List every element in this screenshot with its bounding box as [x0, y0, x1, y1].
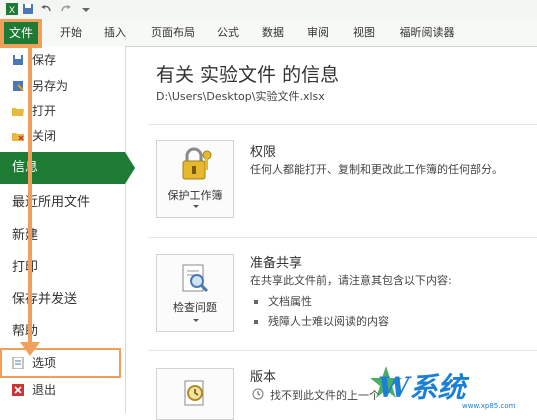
options-highlight	[0, 348, 121, 378]
watermark-url: www.xp85.com	[462, 402, 516, 410]
file-tab-highlight	[0, 19, 42, 48]
excel-app-icon: X	[6, 3, 18, 15]
divider	[148, 124, 537, 125]
nav-new[interactable]: 新建	[0, 220, 125, 252]
nav-close[interactable]: 关闭	[0, 125, 125, 147]
sharing-bullet-label: 文档属性	[268, 295, 312, 308]
save-icon[interactable]	[22, 3, 34, 15]
nav-save-send-label: 保存并发送	[12, 292, 78, 307]
exit-icon	[12, 384, 24, 396]
ribbon-tab-bar: 开始 插入 页面布局 公式 数据 审阅 视图 福昕阅读器	[0, 20, 537, 47]
tab-review[interactable]: 审阅	[305, 20, 331, 46]
save-icon	[13, 55, 23, 65]
nav-open[interactable]: 打开	[0, 100, 125, 122]
nav-print[interactable]: 打印	[0, 252, 125, 284]
inspect-document-icon	[182, 264, 209, 293]
redo-icon[interactable]	[60, 3, 72, 15]
nav-recent[interactable]: 最近所用文件	[0, 187, 125, 219]
tab-data[interactable]: 数据	[260, 20, 286, 46]
tab-view[interactable]: 视图	[351, 20, 377, 46]
nav-save-send[interactable]: 保存并发送	[0, 284, 125, 316]
manage-versions-button[interactable]	[156, 368, 234, 420]
save-as-icon	[13, 81, 24, 91]
nav-close-label: 关闭	[32, 129, 57, 143]
nav-new-label: 新建	[12, 228, 39, 243]
nav-print-label: 打印	[12, 260, 39, 275]
check-issues-label: 检查问题	[173, 301, 217, 314]
nav-info-label: 信息	[12, 160, 39, 175]
customize-qat-icon[interactable]	[80, 3, 92, 15]
watermark-brand: W系统	[378, 371, 466, 404]
sharing-text: 在共享此文件前，请注意其包含以下内容:	[250, 274, 452, 287]
tab-formulas[interactable]: 公式	[215, 20, 241, 46]
lock-key-icon	[182, 147, 212, 180]
nav-recent-label: 最近所用文件	[12, 195, 91, 210]
protect-workbook-label: 保护工作簿	[167, 189, 223, 202]
permissions-heading: 权限	[250, 145, 277, 160]
bullet-icon	[254, 320, 258, 324]
dropdown-arrow-icon	[193, 205, 199, 208]
sharing-bullet-label: 残障人士难以阅读的内容	[268, 315, 389, 328]
tab-foxit-reader[interactable]: 福昕阅读器	[396, 20, 458, 46]
nav-exit-label: 退出	[32, 383, 57, 397]
svg-text:X: X	[9, 5, 15, 15]
tab-insert[interactable]: 插入	[102, 20, 128, 46]
protect-workbook-button[interactable]: 保护工作簿	[156, 140, 234, 218]
bullet-icon	[254, 300, 258, 304]
quick-access-toolbar: X	[0, 0, 537, 21]
versions-text: 找不到此文件的上一个	[270, 389, 380, 402]
nav-save[interactable]: 保存	[0, 49, 125, 71]
page-title: 有关 实验文件 的信息	[156, 64, 340, 86]
nav-info[interactable]: 信息	[0, 152, 135, 184]
undo-icon[interactable]	[40, 3, 52, 15]
nav-active-indicator	[125, 152, 135, 184]
nav-help[interactable]: 帮助	[0, 316, 125, 348]
sharing-bullet: 文档属性	[254, 293, 312, 309]
sharing-bullet: 残障人士难以阅读的内容	[254, 313, 389, 329]
divider	[148, 350, 537, 351]
folder-close-icon	[12, 133, 24, 141]
folder-open-icon	[12, 108, 24, 116]
arrow-shaft	[28, 48, 32, 344]
tab-page-layout[interactable]: 页面布局	[148, 20, 198, 46]
dropdown-arrow-icon	[193, 319, 199, 322]
sharing-heading: 准备共享	[250, 256, 303, 271]
versions-heading: 版本	[250, 370, 277, 385]
nav-save-as-label: 另存为	[32, 79, 69, 93]
nav-save-as[interactable]: 另存为	[0, 75, 125, 97]
arrow-head-icon	[20, 342, 40, 356]
nav-open-label: 打开	[32, 104, 57, 118]
nav-save-label: 保存	[32, 53, 57, 67]
divider	[148, 237, 537, 238]
permissions-text: 任何人都能打开、复制和更改此工作簿的任何部分。	[250, 163, 503, 176]
check-issues-button[interactable]: 检查问题	[156, 254, 234, 332]
versions-icon	[184, 380, 204, 406]
file-path: D:\Users\Desktop\实验文件.xlsx	[156, 90, 325, 103]
clock-icon	[252, 388, 264, 400]
tab-home[interactable]: 开始	[58, 20, 84, 46]
nav-exit[interactable]: 退出	[0, 379, 125, 401]
